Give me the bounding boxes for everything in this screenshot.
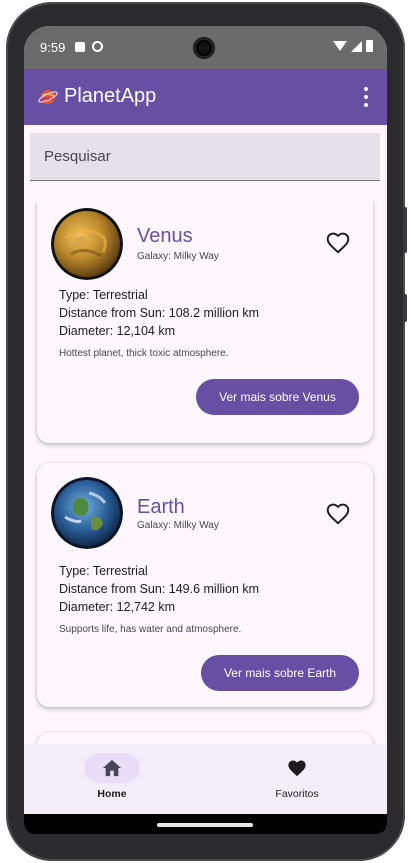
planet-card-venus[interactable]: Venus Galaxy: Milky Way Type: Terrestria… [37,202,373,443]
system-nav-bar [24,814,387,834]
planet-diameter: Diameter: 12,104 km [59,324,176,338]
planet-image-venus [51,208,123,280]
favorite-heart-icon[interactable] [325,230,351,256]
nav-favorites[interactable]: Favoritos [227,744,367,814]
heart-icon [288,760,306,777]
app-bar: PlanetApp [24,69,387,125]
wifi-icon [333,41,347,51]
planet-galaxy: Galaxy: Milky Way [137,520,219,531]
planet-distance: Distance from Sun: 108.2 million km [59,306,260,320]
screen: 9:59 PlanetApp Pesquisar Venus Galaxy: M… [24,26,387,834]
app-title: PlanetApp [64,85,157,107]
home-gesture-handle[interactable] [157,823,253,827]
sync-icon [92,41,103,52]
planet-card-earth[interactable]: Earth Galaxy: Milky Way Type: Terrestria… [37,463,373,707]
volume-button [403,207,407,253]
power-button [403,294,407,322]
signal-icon [351,40,362,52]
nav-home[interactable]: Home [42,744,182,814]
planet-type: Type: Terrestrial [59,564,148,578]
nav-favorites-label: Favoritos [275,788,319,800]
planet-type: Type: Terrestrial [59,288,148,302]
favorite-heart-icon[interactable] [325,501,351,527]
planet-diameter: Diameter: 12,742 km [59,600,176,614]
status-bar: 9:59 [24,26,387,69]
status-icons [333,40,373,52]
planet-name: Venus [137,225,193,247]
planet-description: Hottest planet, thick toxic atmosphere. [59,348,229,359]
planet-image-earth [51,477,123,549]
notification-icon [75,42,85,52]
more-about-venus-button[interactable]: Ver mais sobre Venus [196,379,359,415]
more-about-earth-button[interactable]: Ver mais sobre Earth [201,655,359,691]
more-options-icon[interactable] [363,87,369,107]
battery-icon [366,40,373,52]
camera-cutout [193,37,215,59]
search-input[interactable] [30,133,380,180]
planet-name: Earth [137,496,185,518]
search-field[interactable] [30,133,380,181]
planet-logo-icon [38,90,58,104]
planet-galaxy: Galaxy: Milky Way [137,251,219,262]
planet-distance: Distance from Sun: 149.6 million km [59,582,260,596]
planet-description: Supports life, has water and atmosphere. [59,624,242,635]
home-icon [102,759,122,777]
status-time: 9:59 [40,40,66,55]
planet-card-next[interactable] [37,732,373,744]
bottom-navigation: Home Favoritos [24,744,387,814]
planet-list[interactable]: Venus Galaxy: Milky Way Type: Terrestria… [24,202,387,744]
nav-home-label: Home [97,788,127,800]
